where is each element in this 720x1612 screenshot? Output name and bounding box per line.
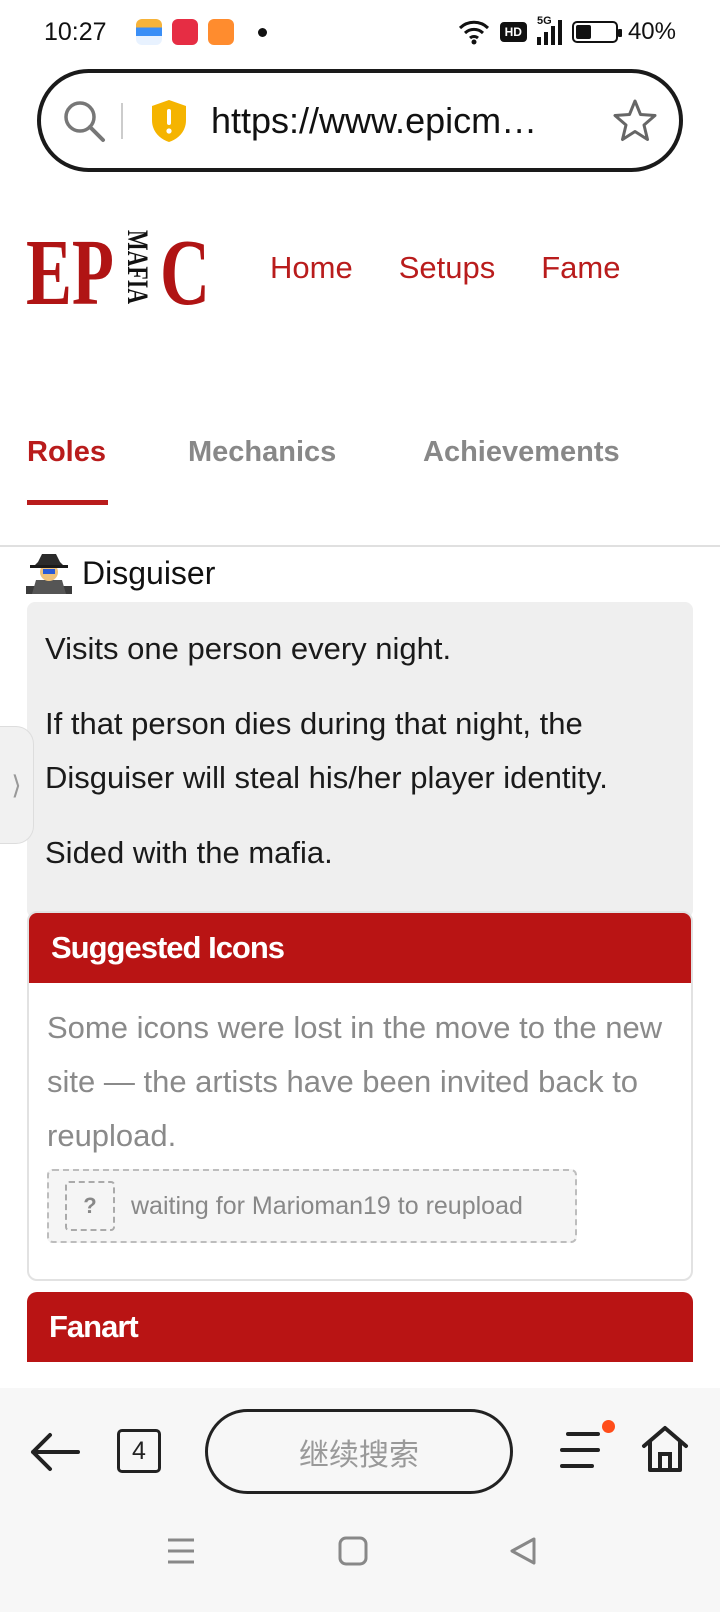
search-icon[interactable] [61, 98, 107, 144]
signal-icon: 5G [536, 15, 562, 45]
nav-setups[interactable]: Setups [399, 250, 496, 286]
wifi-icon [458, 20, 489, 45]
role-description-line: If that person dies during that night, t… [45, 706, 608, 795]
suggested-icons-title: Suggested Icons [29, 913, 691, 983]
status-time: 10:27 [44, 17, 107, 46]
site-header: EP MAFIA C Home Setups Fame [0, 200, 720, 380]
battery-icon [571, 21, 622, 43]
home-nav-icon[interactable] [338, 1536, 368, 1566]
back-arrow-icon[interactable] [28, 1430, 82, 1474]
more-notifications-icon [258, 27, 267, 37]
icon-placeholder: ? waiting for Marioman19 to reupload [47, 1169, 577, 1243]
system-navigation-bar [0, 1514, 720, 1612]
battery-percent: 40% [627, 18, 676, 45]
wiki-tabs: Roles Mechanics Achievements [0, 400, 720, 547]
home-icon[interactable] [640, 1424, 690, 1474]
suggested-icons-card: Suggested Icons Some icons were lost in … [27, 911, 693, 1281]
status-bar: 10:27 HD 5G 40% [0, 0, 720, 64]
tabs-count-button[interactable]: 4 [117, 1429, 161, 1473]
url-text[interactable]: https://www.epicm… [211, 100, 541, 142]
continue-search-button[interactable]: 继续搜索 [205, 1409, 513, 1494]
missing-icon: ? [65, 1181, 115, 1231]
epic-mafia-logo[interactable]: EP MAFIA C [26, 222, 216, 322]
nav-fame[interactable]: Fame [541, 250, 620, 286]
recent-apps-icon[interactable] [166, 1536, 196, 1566]
role-description-line: Sided with the mafia. [45, 835, 333, 870]
placeholder-text: waiting for Marioman19 to reupload [131, 1191, 523, 1220]
back-nav-icon[interactable] [508, 1536, 538, 1566]
tab-mechanics[interactable]: Mechanics [188, 436, 336, 469]
xiaohongshu-app-icon [172, 19, 198, 45]
role-heading: Disguiser [26, 552, 215, 594]
svg-text:EP: EP [26, 222, 114, 322]
role-name: Disguiser [82, 554, 216, 591]
network-type: 5G [536, 15, 552, 27]
site-nav: Home Setups Fame [270, 250, 620, 286]
notification-dot [602, 1420, 615, 1433]
menu-icon[interactable] [558, 1430, 602, 1470]
svg-text:C: C [160, 222, 210, 322]
tab-roles[interactable]: Roles [27, 436, 106, 469]
wallet-app-icon [136, 19, 162, 45]
chevron-right-icon: ⟩ [11, 769, 22, 800]
hd-badge: HD [499, 22, 527, 42]
notification-icons [136, 19, 267, 45]
fanart-title: Fanart [27, 1292, 693, 1362]
role-description-line: Visits one person every night. [45, 631, 452, 666]
browser-toolbar: 4 继续搜索 [0, 1388, 720, 1514]
active-tab-indicator [27, 500, 108, 505]
suggested-icons-note: Some icons were lost in the move to the … [47, 1010, 663, 1153]
security-warning-icon[interactable] [149, 98, 189, 144]
suggested-icons-body: Some icons were lost in the move to the … [29, 983, 691, 1279]
status-indicators: HD 5G 40% [458, 15, 676, 46]
disguiser-role-icon [26, 554, 72, 594]
bookmark-star-icon[interactable] [611, 97, 659, 145]
side-drawer-handle[interactable]: ⟩ [0, 726, 34, 844]
video-app-icon [208, 19, 234, 45]
svg-text:MAFIA: MAFIA [121, 230, 154, 304]
address-bar[interactable]: https://www.epicm… [37, 69, 683, 172]
nav-home[interactable]: Home [270, 250, 353, 286]
role-description: Visits one person every night. If that p… [27, 602, 693, 918]
divider [121, 102, 123, 139]
tab-achievements[interactable]: Achievements [423, 436, 620, 469]
